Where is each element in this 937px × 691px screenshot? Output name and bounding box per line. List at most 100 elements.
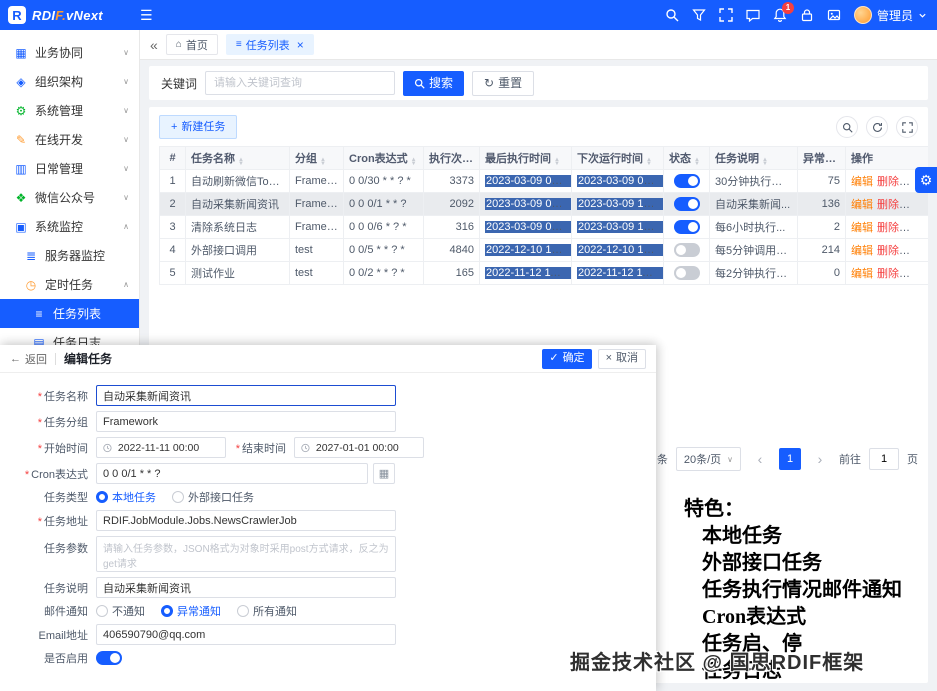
feature-item: Cron表达式 xyxy=(702,604,902,631)
cell-task-name: 自动刷新微信Token xyxy=(186,170,290,193)
column-header[interactable]: 分组▲▼ xyxy=(290,147,344,170)
cancel-button[interactable]: × 取消 xyxy=(598,349,646,369)
sidebar-item-wechat[interactable]: ❖微信公众号∨ xyxy=(0,183,139,212)
new-task-button[interactable]: + 新建任务 xyxy=(159,115,237,139)
clock-icon xyxy=(301,443,310,453)
radio-local-task[interactable]: 本地任务 xyxy=(96,489,156,505)
admin-menu[interactable]: 管理员 xyxy=(854,6,927,24)
enable-toggle[interactable] xyxy=(96,651,122,665)
sidebar-item-system-monitor[interactable]: ▣系统监控∧ xyxy=(0,212,139,241)
status-toggle[interactable] xyxy=(674,266,700,280)
delete-link[interactable]: 删除 xyxy=(877,199,899,211)
tab-task-list[interactable]: ≡ 任务列表 × xyxy=(226,34,314,55)
sort-icon: ▲▼ xyxy=(646,158,652,166)
start-time-input[interactable] xyxy=(116,441,219,455)
sort-icon: ▲▼ xyxy=(238,158,244,166)
sidebar-item-label: 业务协同 xyxy=(35,44,116,61)
delete-link[interactable]: 删除 xyxy=(877,245,899,257)
table-row: 2自动采集新闻资讯Framework0 0 0/1 * * ?20922023-… xyxy=(160,193,929,216)
notification-bell-icon[interactable]: 1 xyxy=(773,8,787,22)
next-page-button[interactable]: › xyxy=(809,448,831,470)
collapse-tabs-icon[interactable]: « xyxy=(150,37,158,53)
column-header[interactable]: 异常次数▲▼ xyxy=(798,147,846,170)
close-tab-icon[interactable]: × xyxy=(297,39,304,51)
sort-icon: ▲▼ xyxy=(320,158,326,166)
status-toggle[interactable] xyxy=(674,174,700,188)
task-group-input[interactable] xyxy=(96,411,396,432)
sidebar-item-organization[interactable]: ◈组织架构∨ xyxy=(0,67,139,96)
back-button[interactable]: ← 返回 xyxy=(10,351,47,367)
delete-link[interactable]: 删除 xyxy=(877,268,899,280)
column-header[interactable]: 执行次数▲▼ xyxy=(424,147,480,170)
sidebar-item-daily-admin[interactable]: ▥日常管理∨ xyxy=(0,154,139,183)
cell-task-name: 清除系统日志 xyxy=(186,216,290,239)
sidebar-item-scheduled-tasks[interactable]: ◷定时任务∧ xyxy=(0,270,139,299)
cell-exec-count: 316 xyxy=(424,216,480,239)
search-icon[interactable] xyxy=(665,8,679,22)
radio-mail-error[interactable]: 异常通知 xyxy=(161,603,221,619)
task-desc-input[interactable] xyxy=(96,577,396,598)
edit-link[interactable]: 编辑 xyxy=(851,199,873,211)
cell-error-count: 0 xyxy=(798,262,846,285)
email-input[interactable] xyxy=(96,624,396,645)
table-fullscreen-icon[interactable] xyxy=(896,116,918,138)
table-refresh-icon[interactable] xyxy=(866,116,888,138)
column-header[interactable]: 任务说明▲▼ xyxy=(710,147,798,170)
delete-link[interactable]: 删除 xyxy=(877,176,899,188)
fullscreen-icon[interactable] xyxy=(719,8,733,22)
status-toggle[interactable] xyxy=(674,197,700,211)
cron-input[interactable] xyxy=(96,463,368,484)
edit-link[interactable]: 编辑 xyxy=(851,268,873,280)
column-header[interactable]: Cron表达式▲▼ xyxy=(344,147,424,170)
settings-fab[interactable]: ⚙ xyxy=(915,167,937,193)
column-header[interactable]: 下次运行时间▲▼ xyxy=(572,147,664,170)
confirm-button[interactable]: ✓ 确定 xyxy=(542,349,591,369)
column-header[interactable]: 任务名称▲▼ xyxy=(186,147,290,170)
message-icon[interactable] xyxy=(746,8,760,22)
end-time-input[interactable] xyxy=(314,441,417,455)
radio-external-task[interactable]: 外部接口任务 xyxy=(172,489,254,505)
task-params-textarea[interactable] xyxy=(96,536,396,572)
sidebar-item-task-list[interactable]: ≡任务列表 xyxy=(0,299,139,328)
lock-icon[interactable] xyxy=(800,8,814,22)
cell-next-run: 2023-03-09 08:30 xyxy=(572,170,664,193)
sidebar-item-label: 微信公众号 xyxy=(35,189,116,206)
status-toggle[interactable] xyxy=(674,243,700,257)
current-page-button[interactable]: 1 xyxy=(779,448,801,470)
column-header[interactable]: 最后执行时间▲▼ xyxy=(480,147,572,170)
start-time-picker[interactable] xyxy=(96,437,226,458)
column-header[interactable]: 状态▲▼ xyxy=(664,147,710,170)
cron-builder-button[interactable]: ▦ xyxy=(373,463,395,484)
keyword-input[interactable] xyxy=(205,71,395,95)
enable-label: 是否启用 xyxy=(0,650,96,666)
sidebar-item-server-monitor[interactable]: ≣服务器监控 xyxy=(0,241,139,270)
cell-description: 每6小时执行... xyxy=(710,216,798,239)
sidebar-item-online-dev[interactable]: ✎在线开发∨ xyxy=(0,125,139,154)
task-name-input[interactable] xyxy=(96,385,396,406)
edit-link[interactable]: 编辑 xyxy=(851,222,873,234)
sidebar-item-system-admin[interactable]: ⚙系统管理∨ xyxy=(0,96,139,125)
prev-page-button[interactable]: ‹ xyxy=(749,448,771,470)
sidebar-item-business[interactable]: ▦业务协同∨ xyxy=(0,38,139,67)
tab-home[interactable]: ⌂ 首页 xyxy=(166,34,218,55)
edit-link[interactable]: 编辑 xyxy=(851,245,873,257)
goto-page-input[interactable] xyxy=(869,448,899,470)
task-address-input[interactable] xyxy=(96,510,396,531)
status-toggle[interactable] xyxy=(674,220,700,234)
radio-mail-none[interactable]: 不通知 xyxy=(96,603,145,619)
table-toolbar: + 新建任务 xyxy=(159,115,918,139)
search-button[interactable]: 搜索 xyxy=(403,71,464,96)
image-icon[interactable] xyxy=(827,8,841,22)
reset-button[interactable]: ↻ 重置 xyxy=(472,71,534,96)
page-size-select[interactable]: 20条/页 ∨ xyxy=(676,447,741,471)
cell-exec-count: 2092 xyxy=(424,193,480,216)
filter-icon[interactable] xyxy=(692,8,706,22)
radio-mail-all[interactable]: 所有通知 xyxy=(237,603,297,619)
chevron-down-icon: ∨ xyxy=(727,455,733,464)
edit-link[interactable]: 编辑 xyxy=(851,176,873,188)
table-search-icon[interactable] xyxy=(836,116,858,138)
end-time-picker[interactable] xyxy=(294,437,424,458)
cell-index: 1 xyxy=(160,170,186,193)
delete-link[interactable]: 删除 xyxy=(877,222,899,234)
menu-collapse-icon[interactable]: ☰ xyxy=(140,7,153,24)
